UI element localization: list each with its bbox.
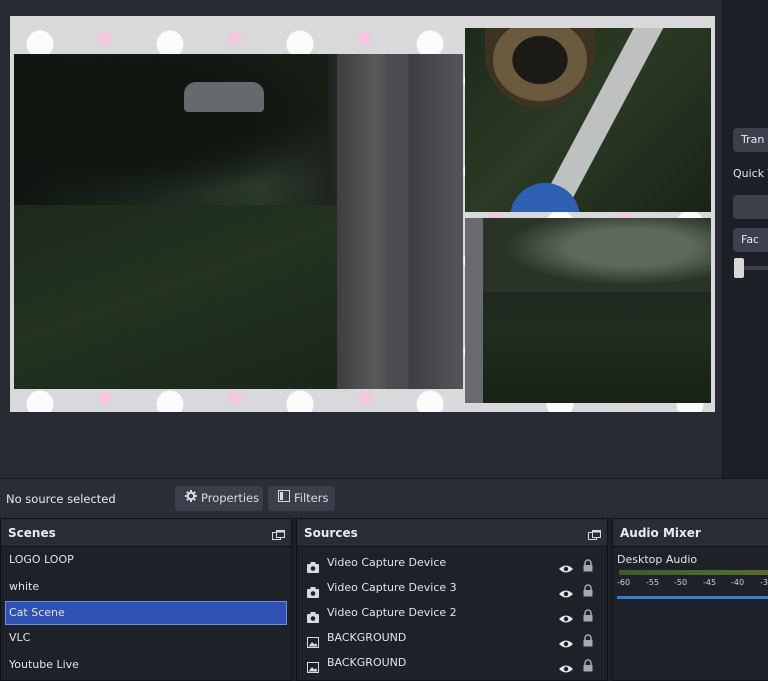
feed-car xyxy=(184,82,264,112)
scenes-dock: Scenes LOGO LOOP white Cat Scene VLC You… xyxy=(0,518,292,681)
lock-icon[interactable] xyxy=(583,631,593,647)
source-label: Video Capture Device 2 xyxy=(327,606,457,619)
scene-item[interactable]: VLC xyxy=(1,625,291,652)
feed-pillar xyxy=(386,54,408,389)
source-item[interactable]: Video Capture Device 3 xyxy=(297,575,607,600)
source-item[interactable]: BACKGROUND xyxy=(297,650,607,675)
audio-mixer-header: Audio Mixer xyxy=(613,519,768,547)
feed-trees xyxy=(14,54,329,205)
source-label: BACKGROUND xyxy=(327,631,407,644)
lock-icon[interactable] xyxy=(583,556,593,572)
filter-icon xyxy=(278,486,290,511)
audio-mixer-title: Audio Mixer xyxy=(620,526,701,540)
lock-icon[interactable] xyxy=(583,581,593,597)
image-icon xyxy=(307,632,319,648)
selection-status: No source selected xyxy=(6,492,116,506)
scene-list: LOGO LOOP white Cat Scene VLC Youtube Li… xyxy=(1,547,291,678)
image-icon xyxy=(307,657,319,673)
scene-item[interactable]: LOGO LOOP xyxy=(1,547,291,574)
scale-tick: -55 xyxy=(646,578,660,587)
eye-icon[interactable] xyxy=(559,558,573,573)
properties-label: Properties xyxy=(201,491,260,505)
gear-icon xyxy=(185,486,197,511)
transition-button[interactable]: Tran xyxy=(733,128,768,152)
scale-tick: -40 xyxy=(731,578,745,587)
properties-button[interactable]: Properties xyxy=(175,486,263,511)
undock-icon[interactable] xyxy=(272,527,285,540)
source-label: Video Capture Device xyxy=(327,556,447,569)
scene-transitions-panel: Tran Quick T Fac xyxy=(722,0,768,478)
lock-icon[interactable] xyxy=(583,606,593,622)
scale-tick: -35 xyxy=(760,578,768,587)
source-item[interactable]: Video Capture Device xyxy=(297,550,607,575)
fade-button[interactable]: Fac xyxy=(733,228,768,252)
lock-icon[interactable] xyxy=(583,656,593,672)
feed-sky xyxy=(483,218,711,292)
camera-icon xyxy=(307,582,319,598)
video-feed-main[interactable] xyxy=(14,54,463,389)
feed-wall xyxy=(465,218,483,403)
scenes-dock-header: Scenes xyxy=(1,519,291,547)
filters-label: Filters xyxy=(294,491,329,505)
scale-tick: -50 xyxy=(674,578,688,587)
camera-icon xyxy=(307,607,319,623)
preview-canvas[interactable] xyxy=(10,16,715,412)
audio-mixer-dock: Audio Mixer Desktop Audio -60 -55 -50 -4… xyxy=(612,518,768,681)
sources-dock: Sources Video Capture Device Video Captu… xyxy=(296,518,608,681)
context-bar: No source selected Properties Filters xyxy=(0,478,768,518)
volume-meter xyxy=(619,570,768,575)
eye-icon[interactable] xyxy=(559,608,573,623)
preview-area xyxy=(0,0,722,478)
feed-bowl xyxy=(485,28,595,108)
scene-item[interactable]: Youtube Live xyxy=(1,652,291,679)
transition-slider-handle[interactable] xyxy=(734,258,744,278)
volume-slider[interactable] xyxy=(617,596,768,599)
source-item[interactable]: BACKGROUND xyxy=(297,625,607,650)
source-label: Video Capture Device 3 xyxy=(327,581,457,594)
video-feed-top[interactable] xyxy=(465,28,711,212)
undock-icon[interactable] xyxy=(588,527,601,540)
obs-window: Tran Quick T Fac No source selected Prop… xyxy=(0,0,768,681)
desktop-audio-label: Desktop Audio xyxy=(617,553,698,566)
eye-icon[interactable] xyxy=(559,583,573,598)
eye-icon[interactable] xyxy=(559,633,573,648)
video-feed-bottom[interactable] xyxy=(465,218,711,403)
camera-icon xyxy=(307,557,319,573)
source-item[interactable]: Video Capture Device 2 xyxy=(297,600,607,625)
quick-transitions-label: Quick T xyxy=(733,167,768,180)
source-label: BACKGROUND xyxy=(327,656,407,669)
scenes-title: Scenes xyxy=(8,526,56,540)
scale-tick: -45 xyxy=(703,578,717,587)
quick-transition-button[interactable] xyxy=(733,195,768,219)
eye-icon[interactable] xyxy=(559,658,573,673)
filters-button[interactable]: Filters xyxy=(268,486,335,511)
scene-item[interactable]: white xyxy=(1,574,291,601)
meter-scale: -60 -55 -50 -45 -40 -35 xyxy=(617,578,768,590)
scene-item-selected[interactable]: Cat Scene xyxy=(5,601,287,625)
sources-dock-header: Sources xyxy=(297,519,607,547)
scale-tick: -60 xyxy=(617,578,631,587)
source-list: Video Capture Device Video Capture Devic… xyxy=(297,547,607,675)
sources-title: Sources xyxy=(304,526,358,540)
